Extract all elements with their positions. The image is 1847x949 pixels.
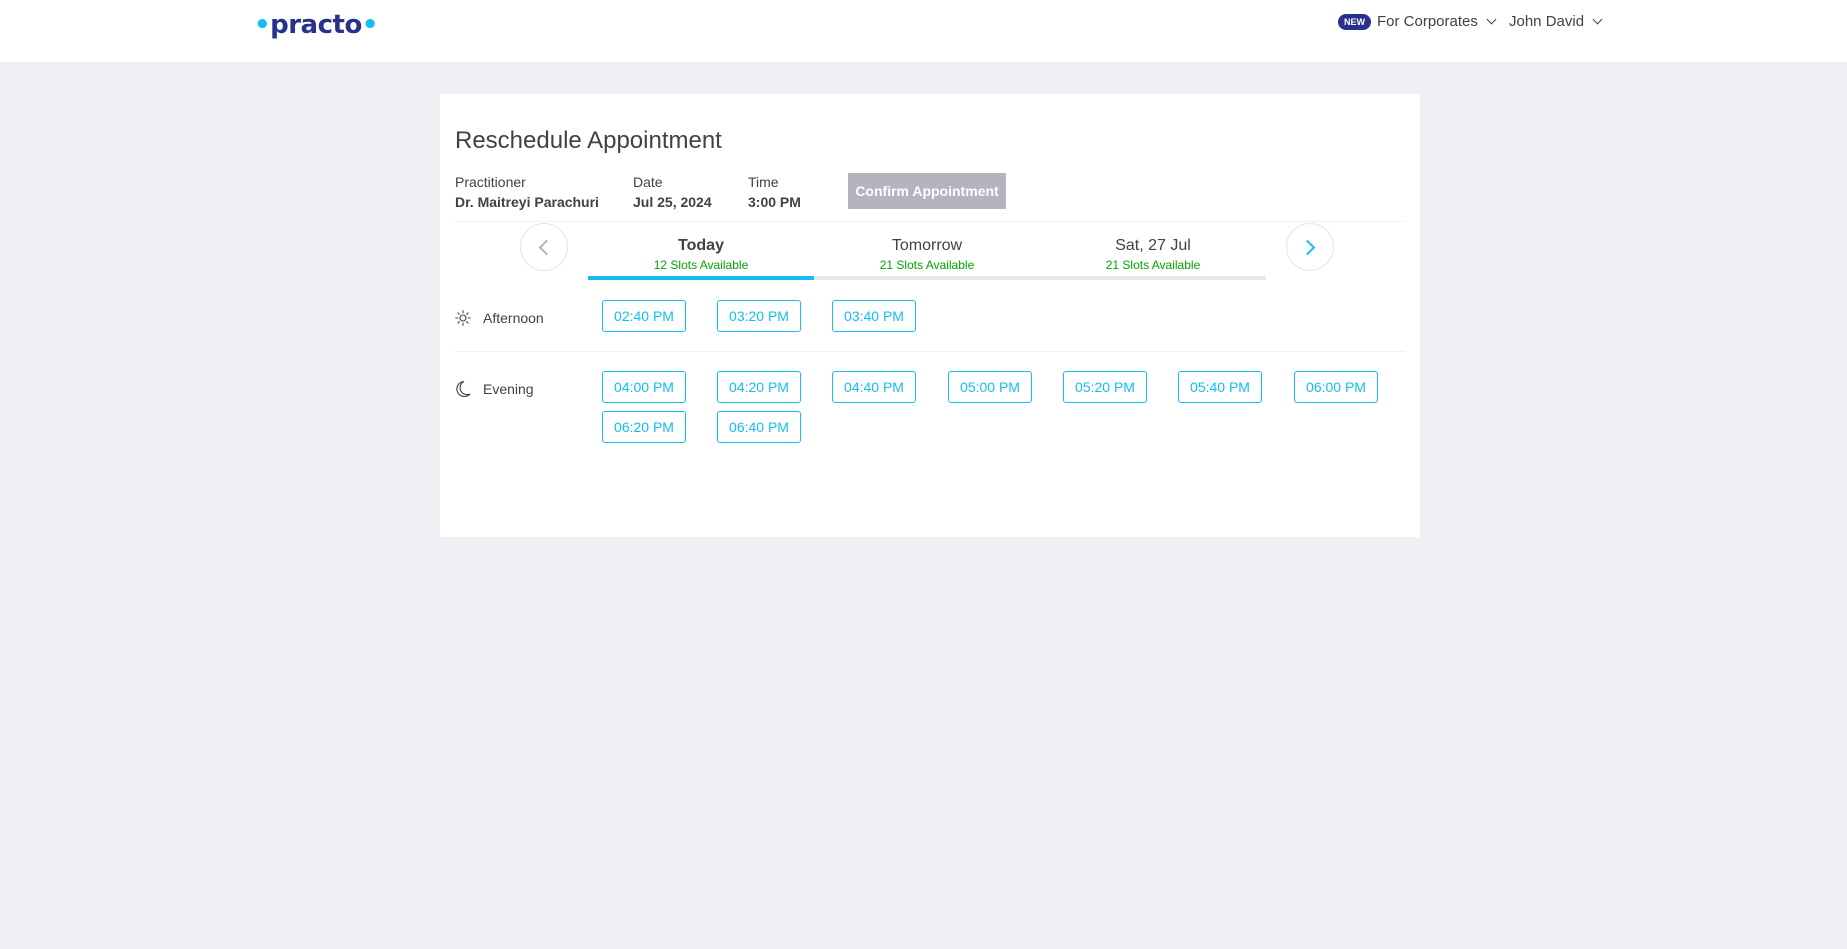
new-badge: NEW	[1338, 13, 1371, 30]
sun-icon	[455, 310, 471, 326]
practo-logo[interactable]: •practo•	[254, 10, 378, 40]
chevron-right-icon	[1299, 239, 1316, 256]
day-tabs: Today 12 Slots Available Tomorrow 21 Slo…	[588, 222, 1266, 276]
time-slot-button[interactable]: 04:40 PM	[832, 371, 916, 403]
confirm-appointment-button[interactable]: Confirm Appointment	[848, 173, 1006, 209]
afternoon-label: Afternoon	[483, 310, 544, 326]
date-info: Date Jul 25, 2024	[633, 174, 712, 210]
time-slot-button[interactable]: 05:20 PM	[1063, 371, 1147, 403]
chevron-down-icon	[1592, 14, 1603, 25]
time-slot-button[interactable]: 02:40 PM	[602, 300, 686, 332]
day-tab-today[interactable]: Today 12 Slots Available	[588, 222, 814, 276]
date-value: Jul 25, 2024	[633, 194, 712, 210]
time-info: Time 3:00 PM	[748, 174, 801, 210]
user-menu[interactable]: John David	[1509, 13, 1603, 30]
previous-day-button[interactable]	[520, 223, 568, 271]
day-tab-tomorrow[interactable]: Tomorrow 21 Slots Available	[814, 222, 1040, 276]
moon-icon	[456, 380, 471, 398]
divider	[455, 351, 1405, 352]
chevron-left-icon	[538, 239, 555, 256]
practitioner-value: Dr. Maitreyi Parachuri	[455, 194, 599, 210]
time-value: 3:00 PM	[748, 194, 801, 210]
for-corporates-menu[interactable]: NEW For Corporates	[1338, 13, 1497, 30]
top-navbar: •practo• NEW For Corporates John David	[0, 0, 1847, 62]
next-day-button[interactable]	[1286, 223, 1334, 271]
time-slot-button[interactable]: 04:20 PM	[717, 371, 801, 403]
afternoon-session-label: Afternoon	[455, 310, 544, 326]
for-corporates-label: For Corporates	[1377, 13, 1478, 30]
day-tab-name: Tomorrow	[891, 237, 963, 254]
time-label: Time	[748, 174, 779, 190]
day-tab-slots: 21 Slots Available	[1105, 258, 1201, 272]
day-tab-indicator-track	[588, 276, 1266, 280]
time-slot-button[interactable]: 06:40 PM	[717, 411, 801, 443]
day-tab-active-indicator	[588, 276, 814, 280]
reschedule-card: Reschedule Appointment Practitioner Dr. …	[440, 94, 1420, 537]
day-tab-name: Today	[678, 237, 724, 254]
evening-session-label: Evening	[455, 380, 534, 398]
user-name: John David	[1509, 13, 1585, 30]
time-slot-button[interactable]: 03:40 PM	[832, 300, 916, 332]
practitioner-label: Practitioner	[455, 174, 526, 190]
date-label: Date	[633, 174, 663, 190]
day-tab-name: Sat, 27 Jul	[1115, 237, 1191, 254]
time-slot-button[interactable]: 04:00 PM	[602, 371, 686, 403]
day-tab-slots: 12 Slots Available	[653, 258, 749, 272]
page-title: Reschedule Appointment	[455, 127, 722, 154]
chevron-down-icon	[1486, 14, 1497, 25]
time-slot-button[interactable]: 03:20 PM	[717, 300, 801, 332]
practitioner-info: Practitioner Dr. Maitreyi Parachuri	[455, 174, 599, 210]
day-tab-sat-27-jul[interactable]: Sat, 27 Jul 21 Slots Available	[1040, 222, 1266, 276]
evening-label: Evening	[483, 381, 534, 397]
time-slot-button[interactable]: 06:00 PM	[1294, 371, 1378, 403]
time-slot-button[interactable]: 06:20 PM	[602, 411, 686, 443]
day-tab-slots: 21 Slots Available	[879, 258, 975, 272]
time-slot-button[interactable]: 05:00 PM	[948, 371, 1032, 403]
time-slot-button[interactable]: 05:40 PM	[1178, 371, 1262, 403]
